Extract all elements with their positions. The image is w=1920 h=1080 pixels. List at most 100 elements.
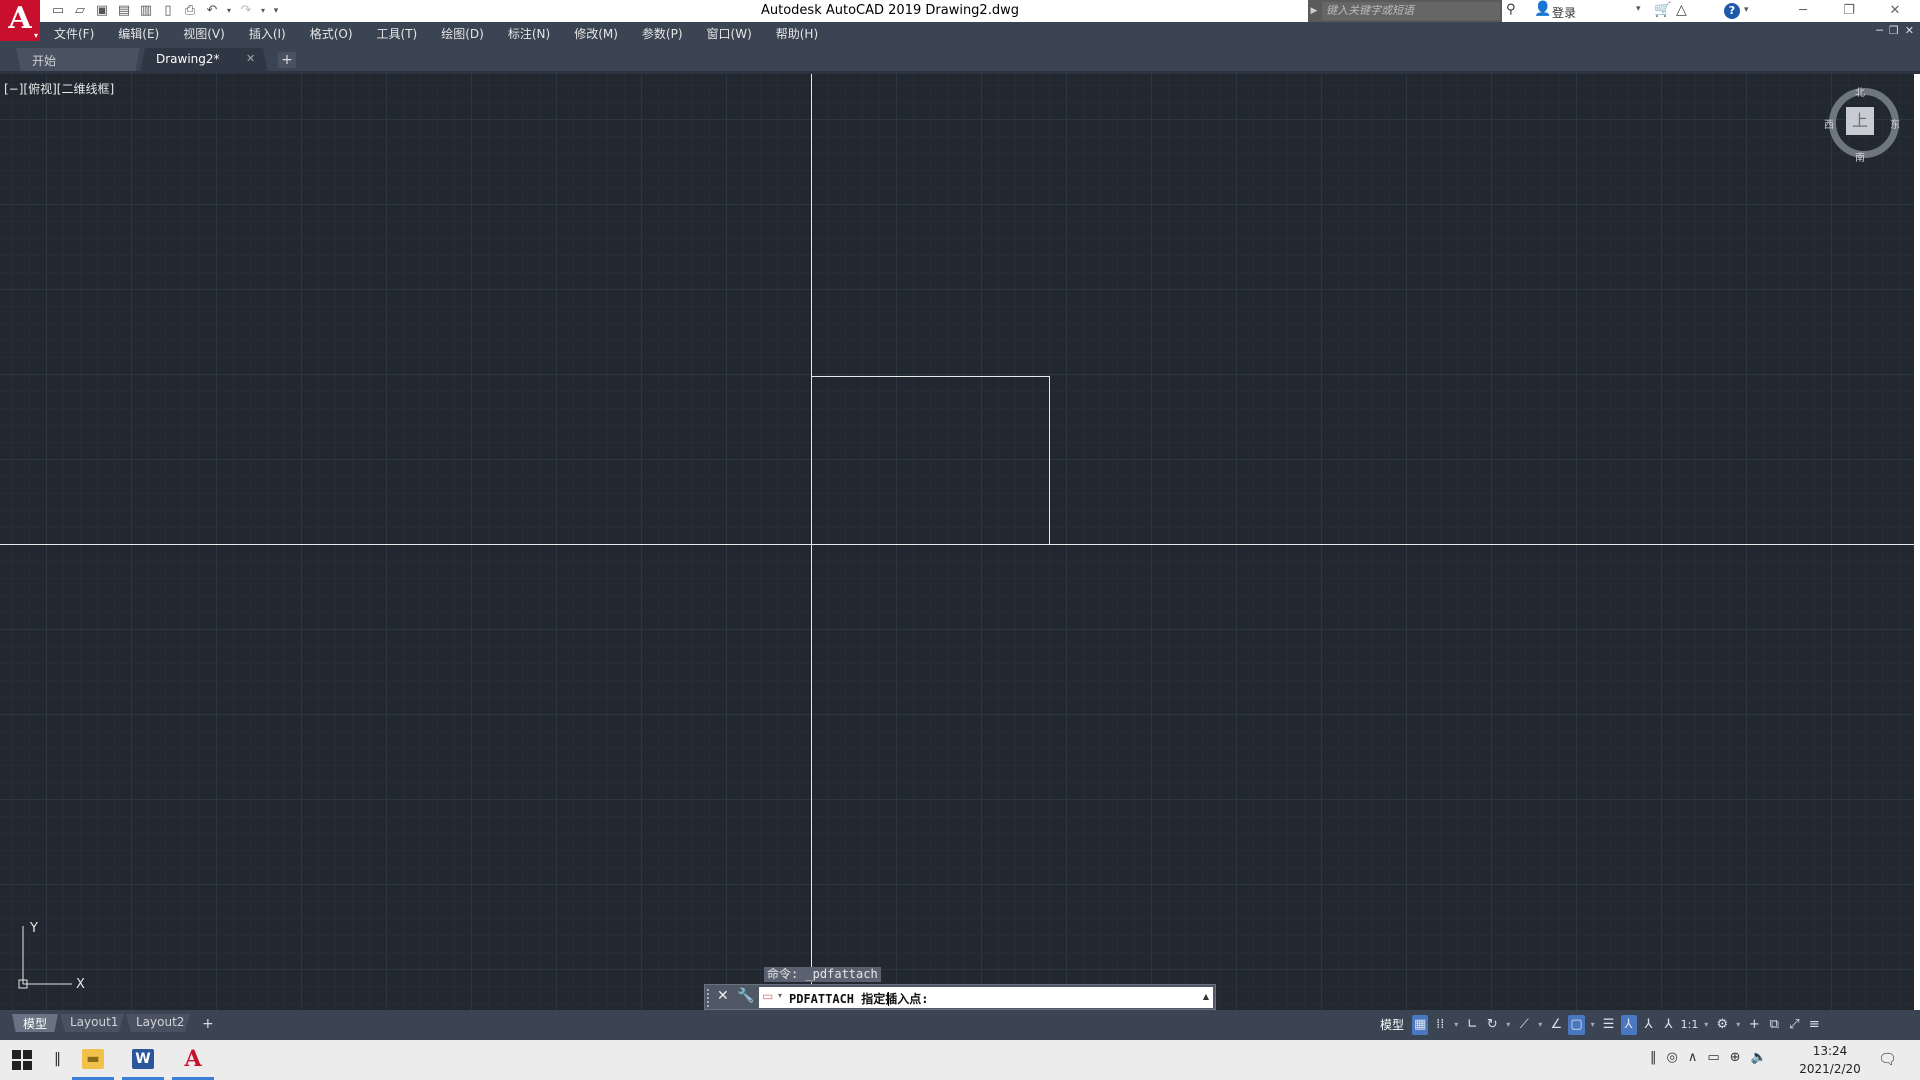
command-customize-icon[interactable]: 🔧 — [737, 988, 754, 1004]
network-icon[interactable]: ⊕ — [1730, 1050, 1741, 1065]
show-hidden-icons-icon[interactable]: ∧ — [1688, 1050, 1698, 1065]
tab-start[interactable]: 开始 — [16, 48, 140, 72]
menu-format[interactable]: 格式(O) — [310, 25, 353, 42]
clock-date[interactable]: 2021/2/20 — [1796, 1062, 1864, 1076]
doc-minimize-icon[interactable]: ─ — [1876, 24, 1883, 37]
taskbar-word[interactable]: W — [120, 1040, 166, 1080]
vertical-scrollbar[interactable] — [1914, 74, 1920, 1010]
search-expand-icon[interactable]: ▶ — [1308, 0, 1320, 22]
viewport-controls[interactable]: [−][俯视][二维线框] — [4, 80, 114, 97]
task-view-icon[interactable]: ‖ — [54, 1051, 61, 1067]
compass-east[interactable]: 东 — [1890, 116, 1900, 131]
polar-tracking-icon[interactable]: ↻ — [1484, 1015, 1500, 1035]
annotation-visibility-icon[interactable]: ⅄ — [1620, 1015, 1637, 1035]
menu-draw[interactable]: 绘图(D) — [441, 25, 484, 42]
restore-button[interactable]: ❐ — [1826, 0, 1872, 22]
fullscreen-icon[interactable]: ⤢ — [1786, 1015, 1802, 1035]
command-caret — [888, 992, 889, 1006]
isodraft-dropdown-icon[interactable]: ▾ — [1536, 1015, 1544, 1035]
compass-west[interactable]: 西 — [1824, 116, 1834, 131]
menu-modify[interactable]: 修改(M) — [574, 25, 618, 42]
add-layout-button[interactable]: + — [202, 1016, 214, 1032]
action-center-icon[interactable]: 🗨 — [1878, 1050, 1897, 1068]
viewcube-top-face[interactable]: 上 — [1846, 107, 1874, 135]
grid — [0, 74, 1914, 1010]
isodraft-icon[interactable]: ⟋ — [1516, 1015, 1532, 1035]
battery-icon[interactable]: ▭ — [1707, 1050, 1719, 1065]
workspace-dropdown-icon[interactable]: ▾ — [1734, 1015, 1742, 1035]
taskbar-autocad[interactable]: A — [170, 1040, 216, 1080]
cart-icon[interactable]: 🛒 — [1654, 2, 1671, 18]
windows-start-icon[interactable] — [12, 1050, 32, 1070]
help-dropdown-icon[interactable]: ▾ — [1744, 5, 1749, 15]
command-line-grip[interactable] — [707, 989, 711, 1007]
command-history-up-icon[interactable]: ▲ — [1203, 992, 1209, 1001]
menu-view[interactable]: 视图(V) — [183, 25, 225, 42]
menu-tools[interactable]: 工具(T) — [377, 25, 418, 42]
menu-bar: 文件(F) 编辑(E) 视图(V) 插入(I) 格式(O) 工具(T) 绘图(D… — [0, 22, 1920, 42]
app-menu-dropdown-icon: ▾ — [33, 30, 38, 40]
tray-divider-icon: ‖ — [1650, 1050, 1657, 1065]
layout-tab-layout2[interactable]: Layout2 — [126, 1014, 190, 1032]
binoculars-icon[interactable]: ⚲ — [1506, 2, 1516, 17]
snap-mode-icon[interactable]: ⁞⁞ — [1432, 1015, 1448, 1035]
menu-insert[interactable]: 插入(I) — [249, 25, 286, 42]
login-dropdown-icon[interactable]: ▾ — [1636, 4, 1641, 14]
doc-restore-icon[interactable]: ❐ — [1889, 24, 1899, 37]
polar-dropdown-icon[interactable]: ▾ — [1504, 1015, 1512, 1035]
menu-dimension[interactable]: 标注(N) — [508, 25, 550, 42]
clock-time[interactable]: 13:24 — [1810, 1044, 1850, 1058]
annotation-scale-icon[interactable]: ⅄ — [1661, 1015, 1677, 1035]
annotation-scale-value[interactable]: 1:1 — [1681, 1015, 1699, 1035]
file-tab-bar: 开始 Drawing2* ✕ + — [0, 42, 1920, 72]
auto-scale-icon[interactable]: ⅄ — [1641, 1015, 1657, 1035]
annotation-monitor-icon[interactable]: + — [1746, 1015, 1762, 1035]
snap-dropdown-icon[interactable]: ▾ — [1452, 1015, 1460, 1035]
close-button[interactable]: ✕ — [1872, 0, 1918, 22]
compass-north[interactable]: 北 — [1855, 84, 1865, 99]
recent-commands-dropdown-icon[interactable]: ▾ — [778, 991, 782, 1000]
object-snap-dropdown-icon[interactable]: ▾ — [1589, 1015, 1597, 1035]
drawing-canvas[interactable]: [−][俯视][二维线框] — [0, 74, 1914, 1010]
layout-tab-layout1[interactable]: Layout1 — [60, 1014, 124, 1032]
lineweight-icon[interactable]: ☰ — [1601, 1015, 1617, 1035]
command-line: ✕ 🔧 ▭ ▾ PDFATTACH 指定插入点: ▲ — [704, 984, 1216, 1010]
ime-icon[interactable]: ◎ — [1667, 1050, 1678, 1065]
command-close-icon[interactable]: ✕ — [717, 988, 729, 1004]
system-tray: ‖ ◎ ∧ ▭ ⊕ 🔈 — [1650, 1050, 1767, 1065]
workspace-gear-icon[interactable]: ⚙ — [1714, 1015, 1730, 1035]
help-icon[interactable]: ? — [1724, 3, 1740, 19]
app-menu-button[interactable]: A ▾ — [0, 0, 40, 41]
search-input[interactable] — [1322, 2, 1500, 20]
annotation-scale-dropdown-icon[interactable]: ▾ — [1702, 1015, 1710, 1035]
compass-south[interactable]: 南 — [1855, 149, 1865, 164]
object-snap-tracking-icon[interactable]: ∠ — [1548, 1015, 1564, 1035]
taskbar-file-explorer[interactable]: ▬ — [70, 1040, 116, 1080]
ortho-icon[interactable]: ∟ — [1464, 1015, 1480, 1035]
grid-toggle-icon[interactable]: ▦ — [1412, 1015, 1429, 1035]
object-snap-icon[interactable]: ▢ — [1568, 1015, 1585, 1035]
doc-close-icon[interactable]: ✕ — [1905, 24, 1914, 37]
volume-icon[interactable]: 🔈 — [1751, 1050, 1767, 1065]
recent-commands-icon[interactable]: ▭ — [762, 989, 773, 1003]
autocad-icon: A — [184, 1046, 202, 1072]
menu-window[interactable]: 窗口(W) — [707, 25, 752, 42]
menu-help[interactable]: 帮助(H) — [776, 25, 818, 42]
login-button[interactable]: 登录 — [1552, 4, 1576, 21]
status-bar: 模型 Layout1 Layout2 + 模型 ▦ ⁞⁞ ▾ ∟ ↻ ▾ ⟋ ▾… — [0, 1010, 1920, 1040]
menu-file[interactable]: 文件(F) — [54, 25, 94, 42]
menu-parametric[interactable]: 参数(P) — [642, 25, 683, 42]
tab-close-icon[interactable]: ✕ — [246, 52, 255, 65]
ucs-x-label: X — [76, 977, 85, 990]
new-tab-button[interactable]: + — [278, 52, 296, 68]
ucs-icon: Y X — [18, 921, 85, 990]
a360-icon[interactable]: △ — [1676, 2, 1687, 18]
command-input[interactable]: ▭ ▾ PDFATTACH 指定插入点: ▲ — [759, 987, 1213, 1008]
layout-tab-model[interactable]: 模型 — [12, 1014, 58, 1032]
customization-menu-icon[interactable]: ≡ — [1806, 1015, 1822, 1035]
isolate-objects-icon[interactable]: ⧉ — [1766, 1015, 1782, 1035]
model-space-button[interactable]: 模型 — [1376, 1015, 1408, 1035]
menu-edit[interactable]: 编辑(E) — [118, 25, 159, 42]
user-icon[interactable]: 👤 — [1534, 1, 1551, 17]
minimize-button[interactable]: ─ — [1780, 0, 1826, 22]
